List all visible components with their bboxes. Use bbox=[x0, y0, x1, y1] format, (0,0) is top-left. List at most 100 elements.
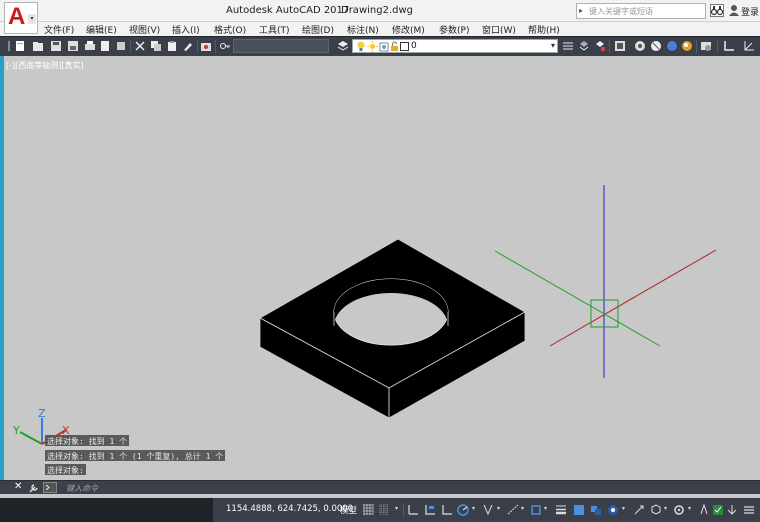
key-icon[interactable] bbox=[219, 40, 231, 52]
color-control-icon[interactable] bbox=[614, 40, 626, 52]
coordinate-readout[interactable]: 1154.4888, 624.7425, 0.0000 bbox=[226, 504, 353, 514]
command-prompt-icon[interactable] bbox=[43, 482, 57, 493]
ucs-y-label: Y bbox=[12, 424, 20, 437]
chevron-down-icon[interactable]: ▾ bbox=[688, 505, 691, 512]
layer-combo[interactable]: 0 ▾ bbox=[352, 39, 558, 53]
menu-format[interactable]: 格式(O) bbox=[214, 23, 246, 36]
customize-icon[interactable] bbox=[743, 503, 755, 516]
chevron-down-icon[interactable]: ▾ bbox=[622, 505, 625, 512]
menu-file[interactable]: 文件(F) bbox=[44, 23, 74, 36]
viewport-freeze-icon[interactable] bbox=[379, 41, 389, 52]
lock-icon[interactable] bbox=[390, 41, 399, 52]
osnap-icon[interactable] bbox=[530, 503, 542, 516]
new-icon[interactable] bbox=[14, 40, 26, 52]
fullscreen-icon[interactable] bbox=[726, 503, 738, 516]
close-icon[interactable]: ✕ bbox=[14, 481, 22, 492]
chevron-down-icon[interactable]: ▾ bbox=[664, 505, 667, 512]
lightbulb-icon[interactable] bbox=[356, 41, 366, 52]
drawing-viewport[interactable]: [-][西南等轴测][真实] Z Y X 选择对象: 找到 1 个 选择对象: … bbox=[0, 56, 760, 480]
toolbar-separator bbox=[717, 40, 718, 53]
app-logo-icon[interactable]: A ▾ bbox=[4, 2, 38, 34]
saveas-icon[interactable] bbox=[67, 40, 79, 52]
login-label[interactable]: 登录 bbox=[741, 5, 759, 18]
menu-draw[interactable]: 绘图(D) bbox=[302, 23, 334, 36]
layer-color-swatch[interactable] bbox=[400, 42, 409, 51]
search-box[interactable]: ▸ 键入关键字或短语 bbox=[576, 3, 706, 19]
render-icon[interactable] bbox=[666, 40, 678, 52]
menu-insert[interactable]: 插入(I) bbox=[172, 23, 200, 36]
chevron-down-icon[interactable]: ▾ bbox=[521, 505, 524, 512]
cursor-x-axis bbox=[549, 249, 717, 347]
layer-match-icon[interactable] bbox=[562, 40, 574, 52]
block-editor-icon[interactable] bbox=[200, 40, 212, 52]
menu-parametric[interactable]: 参数(P) bbox=[439, 23, 469, 36]
chevron-down-icon[interactable]: ▾ bbox=[544, 505, 547, 512]
command-history-line: 选择对象: bbox=[45, 464, 86, 475]
grid-icon[interactable] bbox=[362, 503, 374, 516]
transparency-icon[interactable] bbox=[573, 503, 585, 516]
model-space-button[interactable]: 模型 bbox=[340, 504, 357, 516]
properties-icon[interactable] bbox=[700, 40, 712, 52]
menu-tools[interactable]: 工具(T) bbox=[259, 23, 290, 36]
command-history-line: 选择对象: 找到 1 个 (1 个重复), 总计 1 个 bbox=[45, 450, 226, 461]
isodraft-icon[interactable] bbox=[482, 503, 494, 516]
settings-icon[interactable] bbox=[673, 503, 685, 516]
plot-icon[interactable] bbox=[84, 40, 96, 52]
ucs-icon[interactable] bbox=[723, 40, 735, 52]
chevron-down-icon[interactable]: ▾ bbox=[551, 41, 555, 50]
layer-icon[interactable] bbox=[337, 40, 349, 52]
copy-icon[interactable] bbox=[150, 40, 162, 52]
layer-previous-icon[interactable] bbox=[578, 40, 590, 52]
chevron-down-icon[interactable]: ▾ bbox=[497, 505, 500, 512]
menu-edit[interactable]: 编辑(E) bbox=[86, 23, 117, 36]
plate-solid[interactable] bbox=[258, 238, 527, 419]
isolate-icon[interactable] bbox=[698, 503, 710, 516]
menu-view[interactable]: 视图(V) bbox=[129, 23, 160, 36]
chevron-down-icon[interactable]: ▾ bbox=[472, 505, 475, 512]
ucs-y-axis bbox=[19, 431, 43, 445]
otrack-icon[interactable] bbox=[507, 503, 519, 516]
polar-icon[interactable] bbox=[457, 503, 469, 516]
menu-dimension[interactable]: 标注(N) bbox=[347, 23, 379, 36]
file-name: Drawing2.dwg bbox=[341, 5, 413, 16]
workspace-combo[interactable] bbox=[233, 39, 329, 53]
paste-icon[interactable] bbox=[166, 40, 178, 52]
command-input[interactable] bbox=[60, 481, 760, 495]
match-icon[interactable] bbox=[182, 40, 194, 52]
wrench-icon[interactable] bbox=[29, 483, 39, 493]
preview-icon[interactable] bbox=[99, 40, 111, 52]
ortho-icon[interactable] bbox=[441, 503, 453, 516]
shade-icon[interactable] bbox=[634, 40, 646, 52]
app-logo-letter: A bbox=[8, 3, 26, 30]
binoculars-icon[interactable] bbox=[710, 4, 724, 17]
status-separator bbox=[403, 503, 404, 516]
sun-icon[interactable] bbox=[367, 41, 378, 52]
workspace-icon[interactable] bbox=[650, 503, 662, 516]
chevron-down-icon[interactable]: ▾ bbox=[395, 505, 398, 512]
hardware-accel-icon[interactable] bbox=[712, 503, 724, 516]
visual-style-icon[interactable] bbox=[681, 40, 693, 52]
menu-help[interactable]: 帮助(H) bbox=[528, 23, 560, 36]
user-icon[interactable] bbox=[728, 4, 740, 17]
material-icon[interactable] bbox=[650, 40, 662, 52]
infer-constraints-icon[interactable] bbox=[407, 503, 419, 516]
dynamic-input-icon[interactable] bbox=[424, 503, 436, 516]
publish-icon[interactable] bbox=[115, 40, 127, 52]
dimension-icon[interactable] bbox=[743, 40, 755, 52]
snap-icon[interactable] bbox=[378, 503, 390, 516]
lineweight-icon[interactable] bbox=[555, 503, 567, 516]
open-icon[interactable] bbox=[32, 40, 44, 52]
selection-cycling-icon[interactable] bbox=[590, 503, 602, 516]
menu-modify[interactable]: 修改(M) bbox=[392, 23, 425, 36]
search-expand-icon[interactable]: ▸ bbox=[579, 6, 583, 15]
save-icon[interactable] bbox=[50, 40, 62, 52]
app-menu-caret-icon[interactable]: ▾ bbox=[28, 14, 36, 24]
app-title: Autodesk AutoCAD 2017 bbox=[226, 5, 350, 16]
layer-state-icon[interactable] bbox=[594, 40, 606, 52]
title-bar: Autodesk AutoCAD 2017 Drawing2.dwg ▸ 键入关… bbox=[0, 0, 760, 22]
cut-icon[interactable] bbox=[134, 40, 146, 52]
annotation-visibility-icon[interactable] bbox=[633, 503, 645, 516]
3d-osnap-icon[interactable] bbox=[607, 503, 619, 516]
menu-window[interactable]: 窗口(W) bbox=[482, 23, 516, 36]
drawing-canvas[interactable]: Z Y X bbox=[0, 56, 760, 480]
